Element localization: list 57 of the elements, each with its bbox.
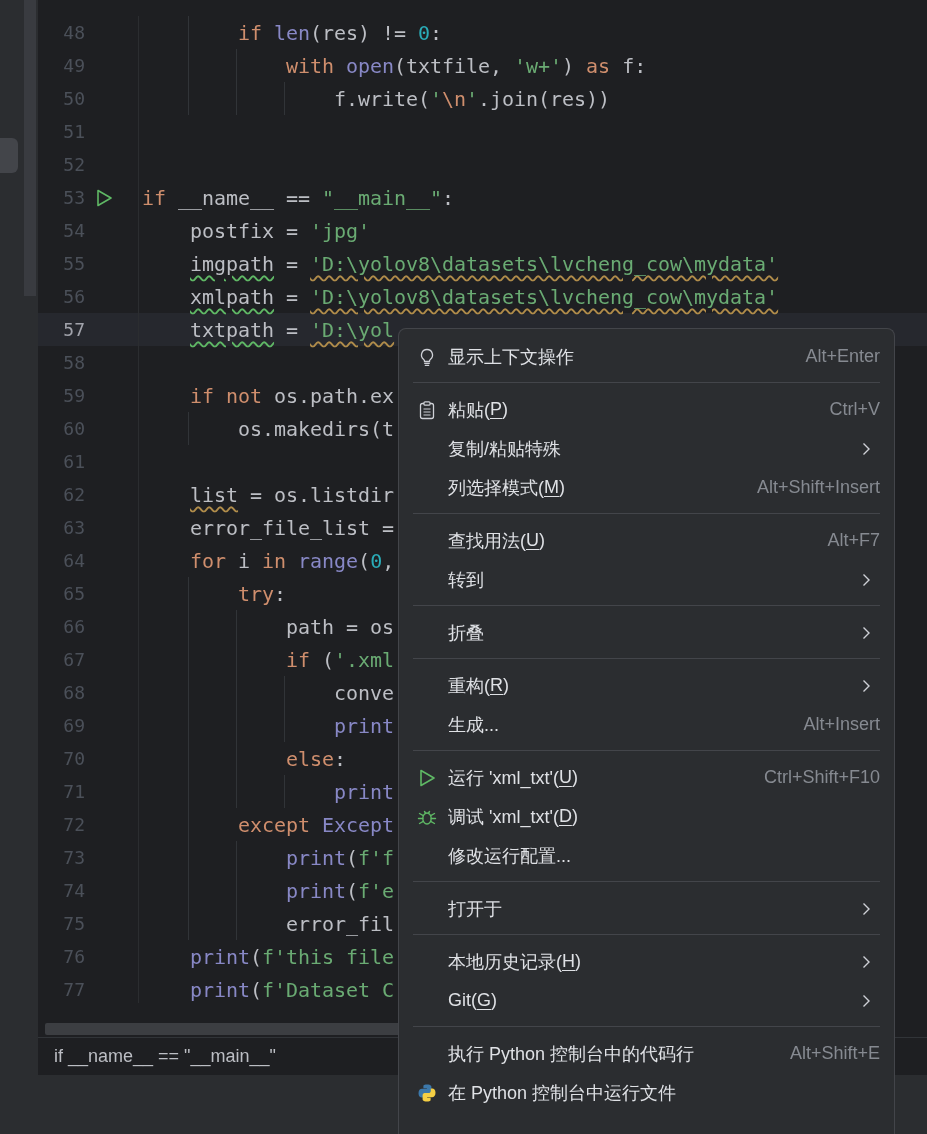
shortcut-text: Alt+Shift+Insert [756, 477, 880, 498]
code-line: if ('.xml [285, 646, 395, 673]
run-icon [417, 767, 437, 788]
menu-item[interactable]: Git(G) [413, 981, 880, 1020]
run-icon[interactable] [94, 187, 114, 208]
tool-window-button[interactable] [0, 138, 18, 173]
code-line: f.write('\n'.join(res)) [333, 85, 611, 112]
code-line: with open(txtfile, 'w+') as f: [285, 52, 647, 79]
shortcut-text: Ctrl+Shift+F10 [763, 767, 880, 788]
menu-item[interactable]: 显示上下文操作 Alt+Enter [413, 337, 880, 376]
menu-item[interactable]: 查找用法(U) Alt+F7 [413, 521, 880, 560]
breadcrumb[interactable]: if __name__ == "__main__" [54, 1046, 276, 1068]
code-line: conve [333, 679, 395, 706]
shortcut-text: Alt+Insert [803, 714, 880, 735]
shortcut-text: Alt+Shift+E [789, 1043, 880, 1064]
menu-item[interactable]: 转到 [413, 560, 880, 599]
menu-item[interactable]: 生成... Alt+Insert [413, 705, 880, 744]
menu-item[interactable]: 调试 'xml_txt'(D) [413, 797, 880, 836]
menu-item[interactable]: 修改运行配置... [413, 836, 880, 875]
shortcut-text: Alt+F7 [827, 530, 880, 551]
code-line: os.makedirs(t [237, 415, 395, 442]
code-line: error_fil [285, 910, 395, 937]
code-line: xmlpath = 'D:\yolov8\datasets\lvcheng_cow\mydata' [189, 283, 779, 310]
code-line: path = os [285, 613, 395, 640]
python-logo-icon [417, 1082, 437, 1103]
code-line: print(f'f [285, 844, 395, 871]
menu-item[interactable]: 运行 'xml_txt'(U) Ctrl+Shift+F10 [413, 758, 880, 797]
code-line: imgpath = 'D:\yolov8\datasets\lvcheng_cow\mydata' [189, 250, 779, 277]
menu-item[interactable]: 折叠 [413, 613, 880, 652]
code-line: print(f'e [285, 877, 395, 904]
code-line: print [333, 778, 395, 805]
code-line: if __name__ == "__main__": [142, 184, 455, 211]
code-line: if not os.path.ex [189, 382, 395, 409]
shortcut-text: Ctrl+V [829, 399, 880, 420]
line-number: 57 [62, 319, 85, 340]
code-line: print(f'Dataset C [189, 976, 395, 1003]
code-line: print(f'this file [189, 943, 395, 970]
code-line: if len(res) != 0: [237, 19, 443, 46]
menu-item[interactable]: 本地历史记录(H) [413, 942, 880, 981]
code-line: try: [237, 580, 287, 607]
menu-item[interactable]: 执行 Python 控制台中的代码行 Alt+Shift+E [413, 1034, 880, 1073]
code-line: except Except [237, 811, 395, 838]
code-line: else: [285, 745, 347, 772]
code-line: print [333, 712, 395, 739]
code-line: for i in range(0, [189, 547, 395, 574]
clipboard-icon [417, 399, 437, 420]
code-line: list = os.listdir [189, 481, 395, 508]
shortcut-text: Alt+Enter [805, 346, 880, 367]
menu-item[interactable]: 列选择模式(M) Alt+Shift+Insert [413, 468, 880, 507]
menu-item[interactable]: 在 Python 控制台中运行文件 [413, 1073, 880, 1112]
menu-item[interactable]: 粘贴(P) Ctrl+V [413, 390, 880, 429]
menu-item[interactable]: 重构(R) [413, 666, 880, 705]
code-line: error_file_list = [189, 514, 395, 541]
menu-item[interactable]: 打开于 [413, 889, 880, 928]
menu-item[interactable]: 复制/粘贴特殊 [413, 429, 880, 468]
code-line: txtpath = 'D:\yol [189, 316, 395, 343]
code-line: postfix = 'jpg' [189, 217, 371, 244]
